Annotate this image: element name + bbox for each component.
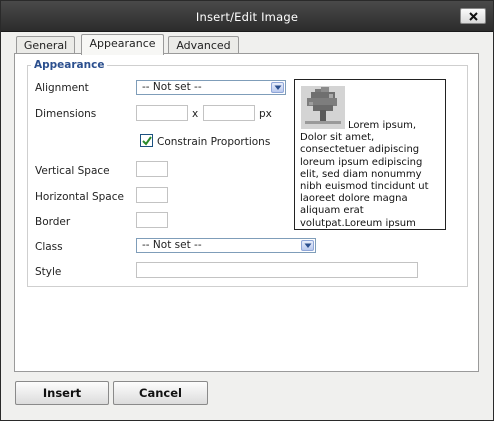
hspace-input[interactable] [136,187,168,203]
fieldset-legend: Appearance [31,59,108,71]
dialog-title: Insert/Edit Image [195,10,299,24]
chevron-down-icon[interactable] [301,240,314,251]
class-select-value: -- Not set -- [142,239,202,251]
hspace-label: Horizontal Space [35,191,124,203]
checkmark-icon [142,136,152,146]
dimensions-separator: x [192,108,199,120]
close-icon [469,12,478,21]
width-input[interactable] [136,105,188,121]
class-label: Class [35,241,63,253]
constrain-label[interactable]: Constrain Proportions [157,136,270,148]
alignment-label: Alignment [35,82,89,94]
insert-button[interactable]: Insert [15,381,109,405]
title-bar[interactable]: Insert/Edit Image [1,1,493,32]
dimensions-unit: px [259,108,272,120]
close-button[interactable] [460,8,486,24]
class-select[interactable]: -- Not set -- [136,238,316,253]
preview-text: Lorem ipsum, Dolor sit amet, consectetue… [300,120,429,229]
alignment-select-value: -- Not set -- [142,81,202,93]
alignment-preview: Lorem ipsum, Dolor sit amet, consectetue… [294,79,446,230]
cancel-button[interactable]: Cancel [113,381,208,405]
vspace-input[interactable] [136,161,168,177]
preview-text-block: Lorem ipsum, Dolor sit amet, consectetue… [300,120,442,229]
border-label: Border [35,216,71,228]
style-label: Style [35,266,62,278]
height-input[interactable] [203,105,255,121]
chevron-down-icon[interactable] [271,82,284,93]
alignment-select[interactable]: -- Not set -- [136,80,286,95]
constrain-checkbox[interactable] [140,134,153,147]
border-input[interactable] [136,212,168,228]
dimensions-label: Dimensions [35,108,97,120]
vspace-label: Vertical Space [35,165,110,177]
style-input[interactable] [136,262,418,278]
tab-appearance[interactable]: Appearance [81,34,164,55]
